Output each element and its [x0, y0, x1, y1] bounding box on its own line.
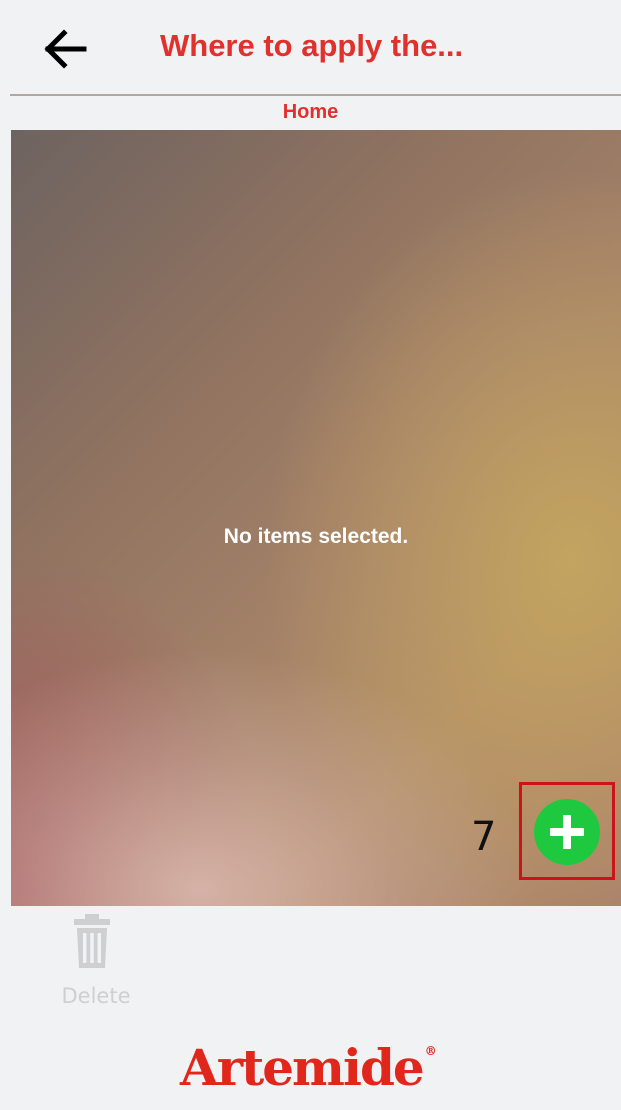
add-item-button[interactable]	[534, 799, 600, 865]
header-bar: Where to apply the...	[0, 0, 621, 96]
room-subtitle: Home	[282, 101, 339, 123]
delete-button[interactable]: Delete	[56, 914, 136, 1010]
add-button-highlight-frame	[519, 782, 615, 880]
page-title: Where to apply the...	[160, 28, 464, 63]
brand-logo: Artemide ®	[180, 1038, 437, 1097]
app-screen: Where to apply the... Home No items sele…	[0, 0, 621, 1110]
trash-icon	[74, 914, 110, 968]
scene-preview: No items selected. 7	[11, 130, 621, 906]
empty-message: No items selected.	[223, 525, 409, 548]
delete-label: Delete	[61, 984, 131, 1008]
arrow-left-icon	[44, 29, 87, 69]
back-button[interactable]	[38, 24, 94, 74]
annotation-index-label: 7	[471, 814, 497, 860]
header-divider	[10, 94, 621, 96]
